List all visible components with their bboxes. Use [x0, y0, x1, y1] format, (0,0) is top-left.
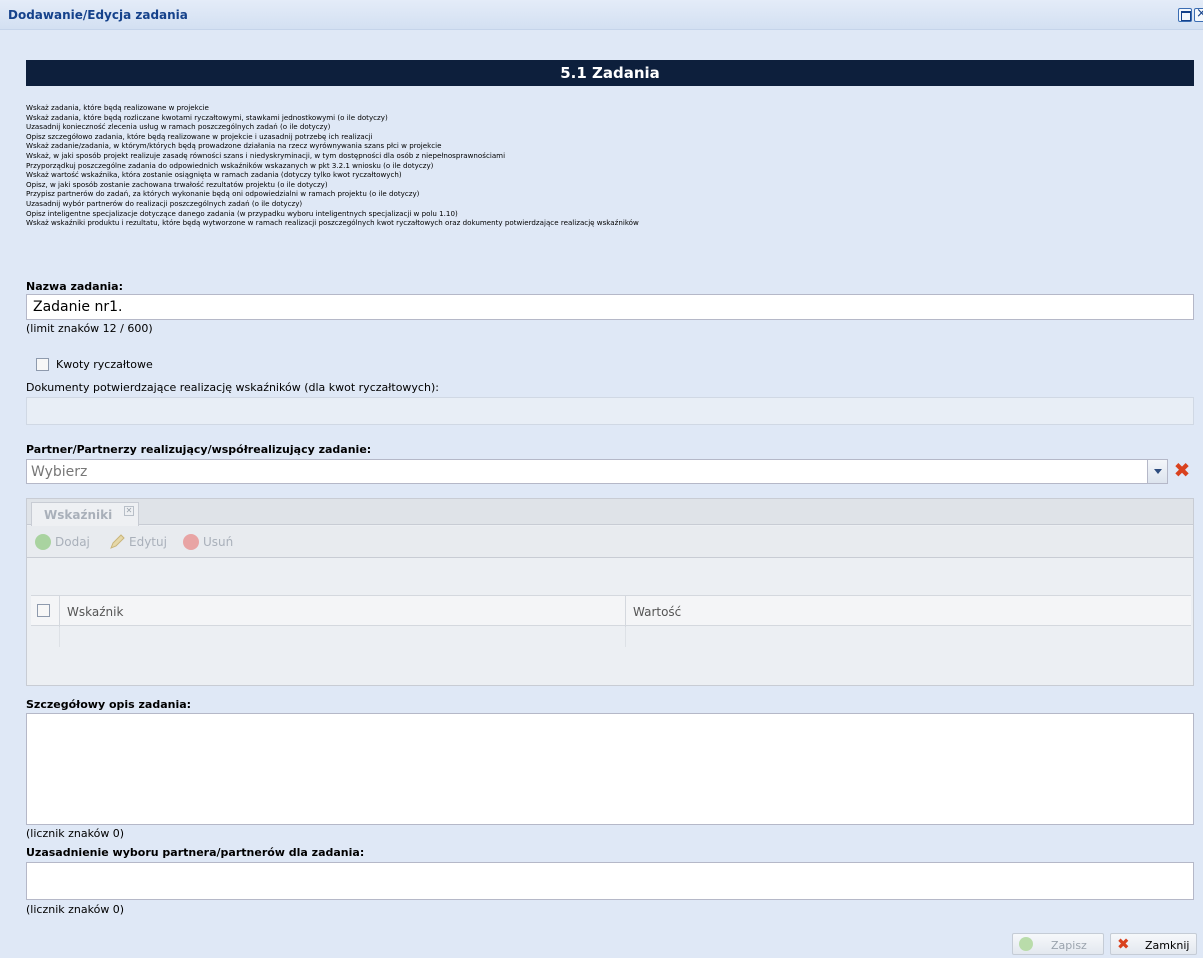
column-divider [59, 596, 60, 627]
justification-label: Uzasadnienie wyboru partnera/partnerów d… [26, 846, 365, 859]
save-button[interactable]: Zapisz [1012, 933, 1104, 955]
select-all-checkbox[interactable] [37, 604, 50, 617]
chevron-down-icon[interactable] [1147, 460, 1167, 483]
partners-placeholder: Wybierz [31, 464, 88, 480]
task-name-label: Nazwa zadania: [26, 280, 123, 293]
partners-combobox[interactable]: Wybierz [26, 459, 1168, 484]
check-icon [1019, 937, 1033, 951]
pencil-icon [109, 534, 125, 550]
tab-bar: Wskaźniki ✕ [27, 499, 1193, 526]
close-window-icon[interactable] [1194, 6, 1203, 22]
instruction-line: Wskaż zadania, które będą realizowane w … [26, 103, 209, 112]
description-textarea[interactable] [26, 713, 1194, 825]
grid-body [31, 627, 1191, 682]
maximize-icon[interactable] [1178, 8, 1192, 22]
instruction-line: Przyporządkuj poszczególne zadania do od… [26, 160, 434, 170]
description-label: Szczegółowy opis zadania: [26, 698, 192, 711]
close-icon: ✖ [1117, 935, 1130, 953]
instruction-line: Wskaż zadania, które będą rozliczane kwo… [26, 112, 388, 122]
instruction-line: Opisz, w jaki sposób zostanie zachowana … [26, 179, 328, 189]
window-title-bar: Dodawanie/Edycja zadania [0, 0, 1203, 30]
instruction-line: Wskaż wskaźniki produktu i rezultatu, kt… [26, 218, 639, 228]
column-header-indicator[interactable]: Wskaźnik [67, 605, 123, 619]
instructions-list: Wskaż zadania, które będą realizowane w … [26, 103, 1194, 228]
instruction-line: Wskaż zadanie/zadania, w którym/których … [26, 141, 442, 151]
instruction-line: Wskaż, w jaki sposób projekt realizuje z… [26, 150, 506, 160]
description-counter: (licznik znaków 0) [26, 827, 125, 840]
tab-close-icon[interactable]: ✕ [124, 506, 134, 516]
add-button[interactable]: Dodaj [55, 535, 90, 549]
clear-icon[interactable]: ✖ [1172, 460, 1192, 480]
add-icon [35, 534, 51, 550]
column-divider [625, 596, 626, 627]
indicators-panel: Wskaźniki ✕ Dodaj Edytuj Usuń Wskaźnik W… [26, 498, 1194, 686]
delete-icon [183, 534, 199, 550]
documents-field [26, 397, 1194, 425]
tab-indicators[interactable]: Wskaźniki ✕ [31, 502, 139, 526]
documents-label: Dokumenty potwierdzające realizację wska… [26, 381, 439, 394]
close-label: Zamknij [1145, 939, 1190, 952]
column-divider [59, 627, 60, 647]
column-divider [625, 627, 626, 647]
close-button[interactable]: ✖ Zamknij [1110, 933, 1197, 955]
instruction-line: Opisz inteligentne specjalizacje dotyczą… [26, 208, 458, 218]
tab-indicators-label: Wskaźniki [44, 508, 113, 522]
instruction-line: Opisz szczegółowo zadania, które będą re… [26, 131, 373, 141]
column-header-value[interactable]: Wartość [633, 605, 681, 619]
justification-counter: (licznik znaków 0) [26, 903, 125, 916]
lump-sum-label: Kwoty ryczałtowe [56, 358, 153, 371]
grid-header: Wskaźnik Wartość [31, 595, 1191, 627]
section-header: 5.1 Zadania [26, 60, 1194, 86]
instruction-line: Uzasadnij konieczność zlecenia usług w r… [26, 122, 331, 132]
justification-textarea[interactable] [26, 862, 1194, 900]
edit-button[interactable]: Edytuj [129, 535, 167, 549]
window-title: Dodawanie/Edycja zadania [8, 8, 188, 22]
save-label: Zapisz [1051, 939, 1087, 952]
instruction-line: Uzasadnij wybór partnerów do realizacji … [26, 198, 303, 208]
task-name-input[interactable]: Zadanie nr1. [26, 294, 1194, 320]
instruction-line: Wskaż wartość wskaźnika, która zostanie … [26, 170, 402, 180]
partners-label: Partner/Partnerzy realizujący/współreali… [26, 443, 372, 456]
lump-sum-checkbox[interactable] [36, 358, 49, 371]
instruction-line: Przypisz partnerów do zadań, za których … [26, 189, 420, 199]
task-name-limit: (limit znaków 12 / 600) [26, 322, 153, 335]
indicators-toolbar: Dodaj Edytuj Usuń [27, 526, 1193, 558]
delete-button[interactable]: Usuń [203, 535, 233, 549]
